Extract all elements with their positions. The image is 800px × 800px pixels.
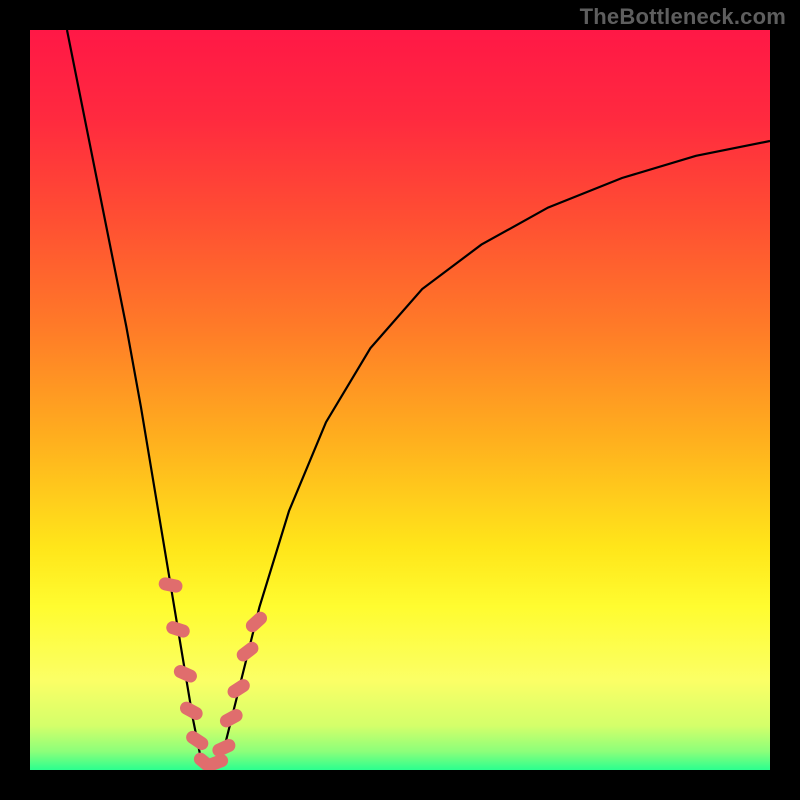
outer-frame: TheBottleneck.com: [0, 0, 800, 800]
gradient-background: [30, 30, 770, 770]
bottleneck-chart: [30, 30, 770, 770]
plot-area: [30, 30, 770, 770]
attribution-text: TheBottleneck.com: [580, 4, 786, 30]
